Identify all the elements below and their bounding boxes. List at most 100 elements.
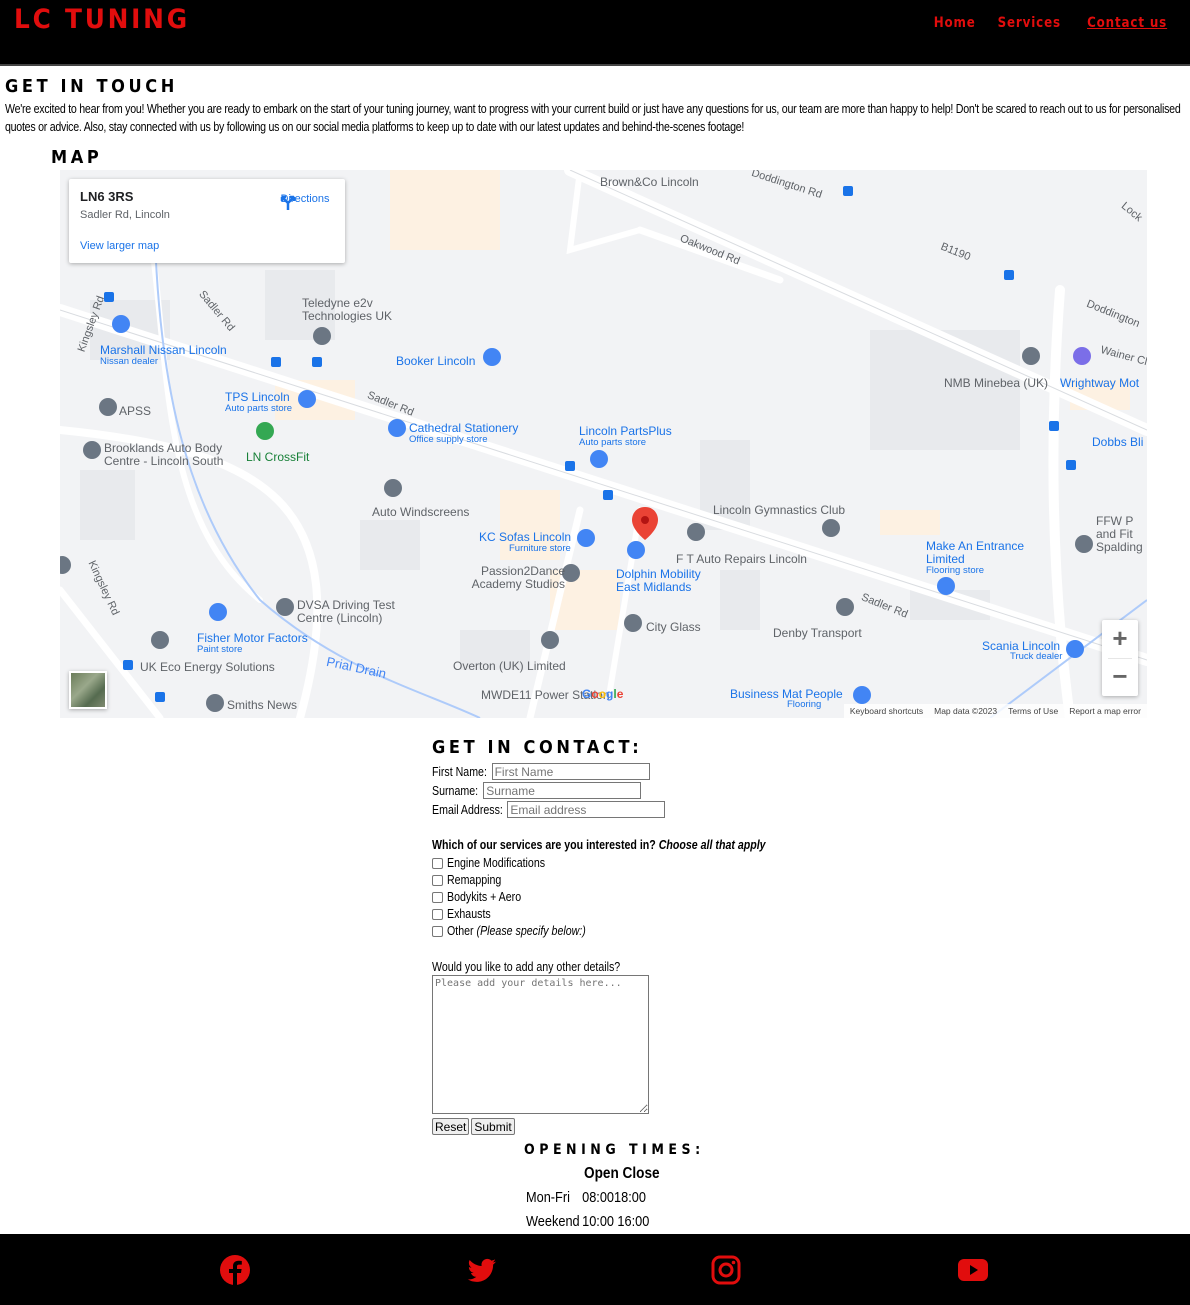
reset-button[interactable]: Reset	[432, 1118, 470, 1135]
map-place[interactable]: Wrightway Mot	[1060, 376, 1139, 390]
opening-row: Mon-Fri 08:00 18:00	[526, 1189, 646, 1206]
map-place[interactable]: Dolphin Mobility East Midlands	[616, 568, 716, 594]
form-buttons: Reset Submit	[432, 1118, 515, 1135]
opening-day: Weekend	[526, 1213, 580, 1230]
top-navbar: LC TUNING Home Services Contact us	[0, 0, 1190, 66]
map-place[interactable]: TPS Lincoln Auto parts store	[225, 391, 292, 414]
map-place[interactable]: Booker Lincoln	[396, 354, 475, 368]
opening-close: 16:00	[617, 1213, 650, 1230]
map-place[interactable]: Overton (UK) Limited	[453, 659, 566, 673]
nav-home[interactable]: Home	[934, 15, 976, 31]
map-place[interactable]: Business Mat People Flooring	[730, 688, 843, 710]
nav-services[interactable]: Services	[998, 15, 1061, 31]
intro-paragraph: We're excited to hear from you! Whether …	[5, 102, 1181, 134]
nav-contact[interactable]: Contact us	[1087, 15, 1167, 31]
map-heading: MAP	[51, 147, 103, 168]
details-label: Would you like to add any other details?	[432, 960, 621, 974]
map-place[interactable]: Dobbs Bli	[1092, 435, 1143, 449]
google-logo: Google	[582, 687, 624, 701]
opening-day: Mon-Fri	[526, 1189, 570, 1206]
twitter-icon[interactable]	[466, 1254, 498, 1286]
checkbox[interactable]	[432, 908, 443, 920]
email-row: Email Address:	[432, 801, 666, 818]
map-place[interactable]: Cathedral Stationery Office supply store	[409, 422, 518, 445]
map-place[interactable]: Auto Windscreens	[372, 505, 469, 519]
map-place[interactable]: Passion2Dance Academy Studios	[460, 565, 565, 591]
map-place[interactable]: Make An Entrance Limited Flooring store	[926, 540, 1031, 576]
map-place[interactable]: KC Sofas Lincoln Furniture store	[479, 531, 571, 554]
checkbox[interactable]	[432, 857, 443, 869]
map-place[interactable]: Lincoln PartsPlus Auto parts store	[579, 425, 672, 448]
terms-link[interactable]: Terms of Use	[1008, 706, 1058, 716]
opening-close: 18:00	[614, 1189, 646, 1206]
map-place[interactable]: Teledyne e2v Technologies UK	[302, 297, 412, 323]
zoom-out-button[interactable]: −	[1102, 658, 1138, 696]
map-place[interactable]: LN CrossFit	[246, 450, 309, 464]
view-larger-map-link[interactable]: View larger map	[80, 240, 159, 252]
map-place[interactable]: DVSA Driving Test Centre (Lincoln)	[297, 599, 407, 625]
service-label: Engine Modifications	[447, 856, 546, 870]
map-place[interactable]: APSS	[119, 404, 151, 418]
map-info-card: LN6 3RS Sadler Rd, Lincoln View larger m…	[69, 179, 345, 263]
map-place[interactable]: F T Auto Repairs Lincoln	[676, 552, 807, 566]
map-address-sub: Sadler Rd, Lincoln	[80, 209, 170, 221]
service-label: Remapping	[447, 873, 502, 887]
map-place[interactable]: Scania Lincoln Truck dealer	[982, 640, 1062, 662]
service-label: Bodykits + Aero	[447, 890, 522, 904]
details-textarea[interactable]	[432, 975, 649, 1114]
zoom-in-button[interactable]: +	[1102, 620, 1138, 658]
get-in-touch-heading: GET IN TOUCH	[5, 76, 178, 97]
map-place[interactable]: Brown&Co Lincoln	[600, 175, 699, 189]
submit-button[interactable]: Submit	[471, 1118, 515, 1135]
other-hint: (Please specify below:)	[476, 924, 586, 938]
surname-input[interactable]	[483, 782, 642, 799]
map-place[interactable]: Marshall Nissan Lincoln Nissan dealer	[100, 344, 227, 367]
first-name-input[interactable]	[491, 763, 650, 780]
map-place[interactable]: Denby Transport	[773, 626, 862, 640]
opening-open: 08:00	[582, 1189, 615, 1206]
map-place[interactable]: Lincoln Gymnastics Club	[713, 503, 845, 517]
map-place[interactable]: Smiths News	[227, 698, 297, 712]
report-error-link[interactable]: Report a map error	[1069, 706, 1141, 716]
map-place[interactable]: Fisher Motor Factors Paint store	[197, 632, 308, 655]
service-option[interactable]: Engine Modifications	[432, 856, 562, 870]
checkbox[interactable]	[432, 925, 443, 937]
map-place[interactable]: UK Eco Energy Solutions	[140, 660, 275, 674]
satellite-toggle[interactable]	[69, 671, 107, 709]
service-option[interactable]: Bodykits + Aero	[432, 890, 534, 904]
service-option[interactable]: Remapping	[432, 873, 511, 887]
email-input[interactable]	[507, 801, 666, 818]
first-name-label: First Name:	[432, 764, 487, 779]
directions-icon	[280, 195, 296, 210]
facebook-icon[interactable]	[219, 1254, 251, 1286]
main-nav: Home Services Contact us	[930, 15, 1174, 31]
service-label: Exhausts	[447, 907, 491, 921]
opening-row: Weekend 10:00 16:00	[526, 1213, 649, 1230]
embedded-map[interactable]: Brown&Co Lincoln Teledyne e2v Technologi…	[60, 170, 1147, 718]
directions-button[interactable]: Directions	[278, 193, 332, 210]
footer	[0, 1234, 1190, 1305]
map-place[interactable]: City Glass	[646, 620, 701, 634]
surname-label: Surname:	[432, 783, 479, 798]
brand-logo[interactable]: LC TUNING	[14, 4, 190, 35]
services-question-text: Which of our services are you interested…	[432, 838, 656, 852]
checkbox[interactable]	[432, 891, 443, 903]
service-option[interactable]: Other (Please specify below:)	[432, 924, 610, 938]
map-place[interactable]: Brooklands Auto Body Centre - Lincoln So…	[104, 442, 239, 468]
instagram-icon[interactable]	[710, 1254, 742, 1286]
keyboard-shortcuts-link[interactable]: Keyboard shortcuts	[850, 706, 923, 716]
map-place[interactable]: NMB Minebea (UK)	[944, 376, 1048, 390]
zoom-controls: + −	[1102, 620, 1138, 696]
email-label: Email Address:	[432, 802, 503, 817]
checkbox[interactable]	[432, 874, 443, 886]
opening-times-header: Open Close	[584, 1165, 660, 1182]
services-hint: Choose all that apply	[658, 838, 766, 852]
first-name-row: First Name:	[432, 763, 650, 780]
opening-times-heading: OPENING TIMES:	[524, 1142, 705, 1158]
map-data-credit: Map data ©2023	[934, 706, 998, 716]
services-question: Which of our services are you interested…	[432, 838, 766, 852]
contact-heading: GET IN CONTACT:	[432, 737, 643, 758]
map-place[interactable]: FFW P and Fit Spalding	[1096, 515, 1147, 554]
service-option[interactable]: Exhausts	[432, 907, 498, 921]
youtube-icon[interactable]	[957, 1254, 989, 1286]
